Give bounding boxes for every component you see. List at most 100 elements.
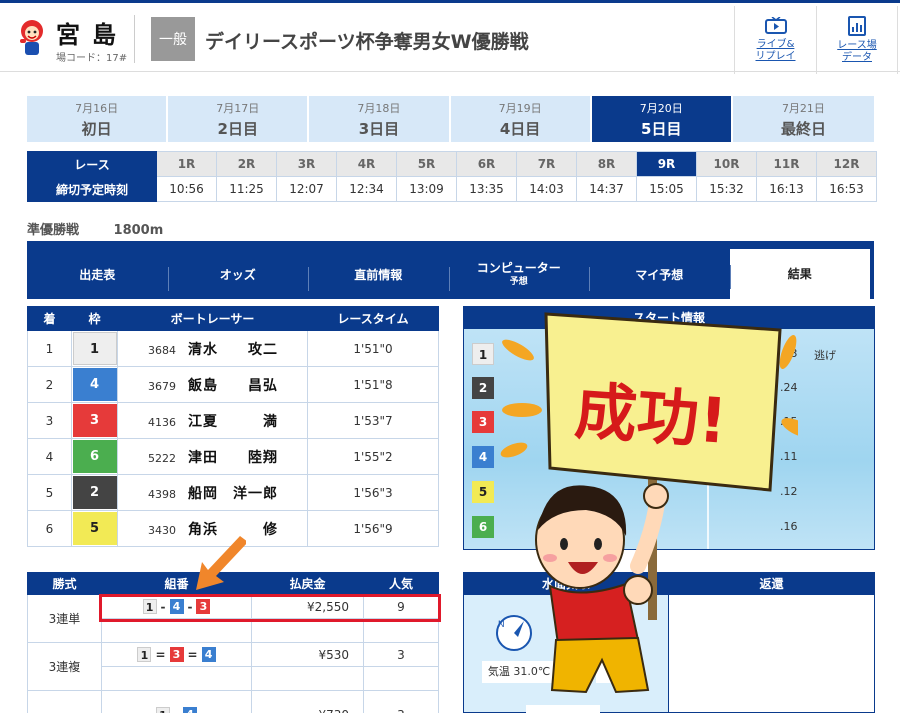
- racer-cell[interactable]: 4398 船岡 洋一郎: [117, 474, 308, 511]
- racer-name: 清水 攻二: [188, 341, 278, 358]
- place: 4: [27, 438, 72, 475]
- tab-label: コンピューター: [476, 261, 561, 275]
- race-link-10r[interactable]: 10R: [696, 151, 757, 177]
- race-time: 1'51"0: [307, 330, 439, 367]
- day-tab-3[interactable]: 7月18日 3日目: [309, 96, 451, 142]
- success-sign-illustration: 成功!: [500, 312, 798, 694]
- venue-data-label-1: レース場: [837, 40, 877, 51]
- racer-cell[interactable]: 3679 飯島 昌弘: [117, 366, 308, 403]
- deadline-time: 12:34: [336, 176, 397, 202]
- payout-amount: ¥530: [251, 642, 364, 667]
- day-label: 3日目: [358, 119, 400, 138]
- arrow-pointer-icon: [196, 536, 246, 590]
- racer-cell[interactable]: 4136 江夏 満: [117, 402, 308, 439]
- race-link-12r[interactable]: 12R: [816, 151, 877, 177]
- payout-amount: ¥730: [251, 690, 364, 713]
- deadline-row-header: 締切予定時刻: [27, 176, 157, 202]
- col-frame: 枠: [71, 306, 118, 331]
- place: 3: [27, 402, 72, 439]
- frame-badge: 2: [472, 377, 494, 399]
- day-tab-6[interactable]: 7月21日 最終日: [732, 96, 875, 142]
- col-payout: 払戻金: [251, 572, 364, 595]
- frame-badge: 5: [472, 481, 494, 503]
- day-label: 4日目: [499, 119, 541, 138]
- deadline-time: 10:56: [156, 176, 217, 202]
- day-tab-4[interactable]: 7月19日 4日目: [450, 96, 592, 142]
- frame-badge: 1: [472, 343, 494, 365]
- race-link-7r[interactable]: 7R: [516, 151, 577, 177]
- race-link-9r[interactable]: 9R: [636, 151, 697, 177]
- venue-name: 宮島: [56, 21, 128, 49]
- race-link-4r[interactable]: 4R: [336, 151, 397, 177]
- day-date: 7月18日: [357, 101, 401, 115]
- racer-name: 飯島 昌弘: [188, 377, 278, 394]
- race-link-3r[interactable]: 3R: [276, 151, 337, 177]
- day-date: 7月19日: [498, 101, 542, 115]
- popularity: 3: [363, 642, 439, 667]
- bet-type: 3連単: [27, 594, 102, 643]
- document-chart-icon: [848, 16, 866, 36]
- combo-frame: 3: [169, 647, 184, 662]
- tab-odds[interactable]: オッズ: [167, 251, 309, 299]
- racer-name: 江夏 満: [188, 413, 278, 430]
- race-link-5r[interactable]: 5R: [396, 151, 457, 177]
- frame-badge: 2: [72, 476, 117, 509]
- table-row: 3 3 4136 江夏 満 1'53"7: [27, 402, 439, 439]
- tab-results[interactable]: 結果: [729, 249, 870, 299]
- day-tab-1[interactable]: 7月16日 初日: [27, 96, 169, 142]
- race-time: 1'53"7: [307, 402, 439, 439]
- venue-mascot-logo: [20, 20, 43, 55]
- table-row: 5 2 4398 船岡 洋一郎 1'56"3: [27, 474, 439, 511]
- racer-cell[interactable]: 3684 清水 攻二: [117, 330, 308, 367]
- day-date: 7月17日: [216, 101, 260, 115]
- tab-my-prediction[interactable]: マイ予想: [589, 251, 730, 299]
- tab-entries[interactable]: 出走表: [27, 251, 168, 299]
- place: 5: [27, 474, 72, 511]
- combo-separator: =: [155, 647, 166, 662]
- race-link-11r[interactable]: 11R: [756, 151, 817, 177]
- tv-icon: [764, 17, 787, 34]
- winning-payout-highlight: [99, 594, 441, 622]
- race-title: デイリースポーツ杯争奪男女W優勝戦: [205, 31, 529, 53]
- day-tab-2[interactable]: 7月17日 2日目: [168, 96, 310, 142]
- live-replay-label-2: リプレイ: [755, 51, 796, 62]
- racer-reg: 3679: [148, 379, 176, 393]
- table-row: 3連複 1 = 3 = 4 ¥530 3: [27, 642, 439, 691]
- bet-type: [27, 690, 102, 713]
- race-distance: 1800m: [113, 223, 164, 238]
- day-tab-5[interactable]: 7月20日 5日目: [591, 96, 733, 142]
- frame-badge: 6: [472, 516, 494, 538]
- race-info: 準優勝戦 1800m: [27, 219, 193, 238]
- win-method: 逃げ: [814, 349, 836, 362]
- venue-data-button[interactable]: レース場 データ: [816, 6, 898, 74]
- deadline-time: 16:13: [756, 176, 817, 202]
- place: 6: [27, 510, 72, 547]
- tab-label: 出走表: [79, 268, 116, 282]
- bet-type: 3連複: [27, 642, 102, 691]
- racer-cell[interactable]: 5222 津田 陸翔: [117, 438, 308, 475]
- day-label: 最終日: [780, 119, 826, 138]
- race-time: 1'55"2: [307, 438, 439, 475]
- race-link-2r[interactable]: 2R: [216, 151, 277, 177]
- day-tabs: 7月16日 初日 7月17日 2日目 7月18日 3日目 7月19日 4日目 7月20日…: [27, 96, 875, 142]
- grade-badge: 一般: [151, 17, 195, 61]
- deadline-time: 14:03: [516, 176, 577, 202]
- sign-text: 成功!: [573, 374, 730, 457]
- combo-frame: 1: [156, 707, 170, 713]
- live-replay-button[interactable]: ライブ& リプレイ: [734, 6, 816, 74]
- header-divider: [134, 15, 135, 63]
- race-link-1r[interactable]: 1R: [156, 151, 217, 177]
- tab-pre-race-info[interactable]: 直前情報: [308, 251, 449, 299]
- live-replay-label-1: ライブ&: [756, 39, 795, 50]
- race-link-6r[interactable]: 6R: [456, 151, 517, 177]
- frame-badge: 4: [72, 368, 117, 401]
- tab-sublabel: 予想: [509, 277, 528, 287]
- tab-computer-prediction[interactable]: コンピューター 予想: [448, 251, 590, 299]
- deadline-time: 13:35: [456, 176, 517, 202]
- race-link-8r[interactable]: 8R: [576, 151, 637, 177]
- col-bet-type: 勝式: [27, 572, 102, 595]
- place: 2: [27, 366, 72, 403]
- racer-reg: 4398: [148, 487, 176, 501]
- race-time: 1'51"8: [307, 366, 439, 403]
- col-racer: ボートレーサー: [117, 306, 308, 331]
